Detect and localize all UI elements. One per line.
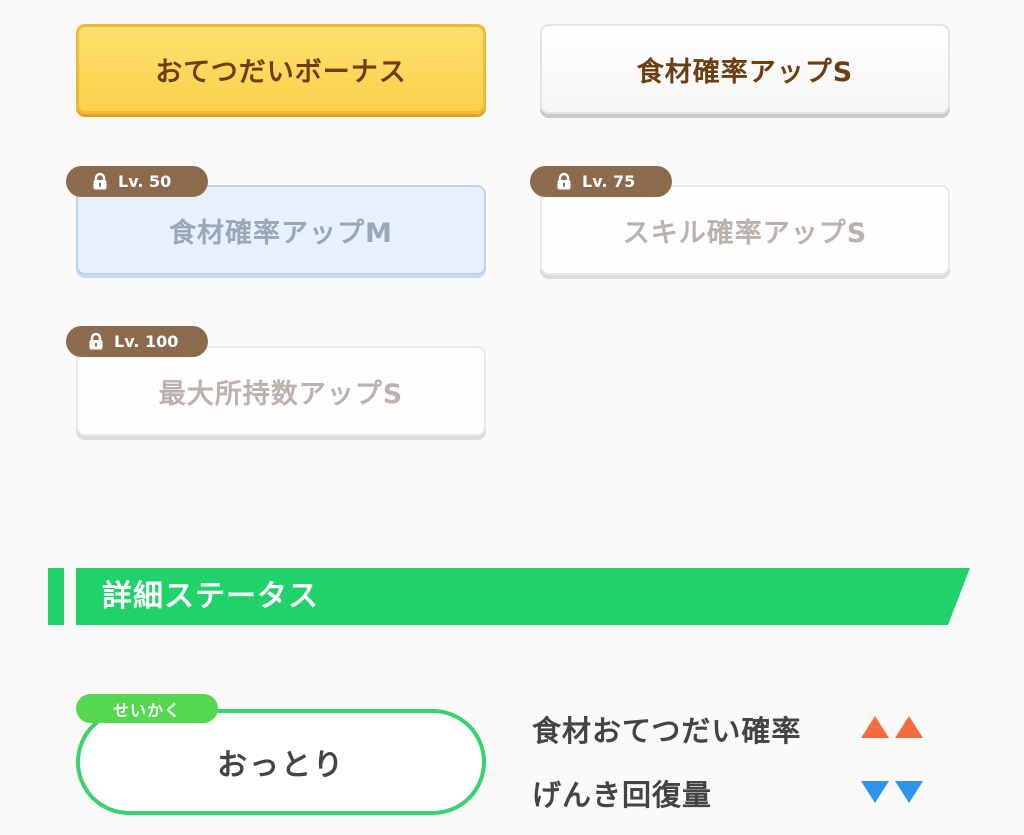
lock-level: Lv. 50 [118, 172, 172, 191]
skill-button-helping-bonus[interactable]: おてつだいボーナス [76, 24, 486, 114]
skill-button-skill-trigger-s[interactable]: スキル確率アップS [540, 185, 950, 275]
lock-level: Lv. 75 [582, 172, 636, 191]
down-triangle-icon [895, 781, 923, 803]
nature-value-box: おっとり [76, 709, 486, 815]
down-arrows [860, 780, 924, 804]
lock-icon [93, 173, 107, 190]
skill-button-ingredient-m[interactable]: 食材確率アップM [76, 185, 486, 275]
skill-button-ingredient-s[interactable]: 食材確率アップS [540, 24, 950, 114]
skill-label: 食材確率アップM [169, 217, 393, 249]
lock-icon [89, 333, 103, 350]
section-title: 詳細ステータス [102, 579, 319, 614]
skill-label: スキル確率アップS [622, 217, 868, 249]
skill-label: 食材確率アップS [636, 56, 854, 88]
lock-level: Lv. 100 [114, 332, 179, 351]
skill-label: おてつだいボーナス [155, 56, 407, 88]
up-triangle-icon [895, 716, 923, 738]
skill-button-inventory-up-s[interactable]: 最大所持数アップS [76, 346, 486, 436]
nature-value: おっとり [217, 748, 345, 783]
lock-badge-lv75: Lv. 75 [530, 166, 672, 197]
lock-icon [557, 173, 571, 190]
nature-tag: せいかく [76, 694, 218, 723]
up-arrows [860, 715, 924, 739]
down-triangle-icon [861, 781, 889, 803]
up-triangle-icon [861, 716, 889, 738]
lock-badge-lv50: Lv. 50 [66, 166, 208, 197]
effect-label-up: 食材おてつだい確率 [532, 714, 802, 748]
lock-badge-lv100: Lv. 100 [66, 326, 208, 357]
effect-label-down: げんき回復量 [532, 778, 713, 812]
skill-label: 最大所持数アップS [158, 378, 404, 410]
